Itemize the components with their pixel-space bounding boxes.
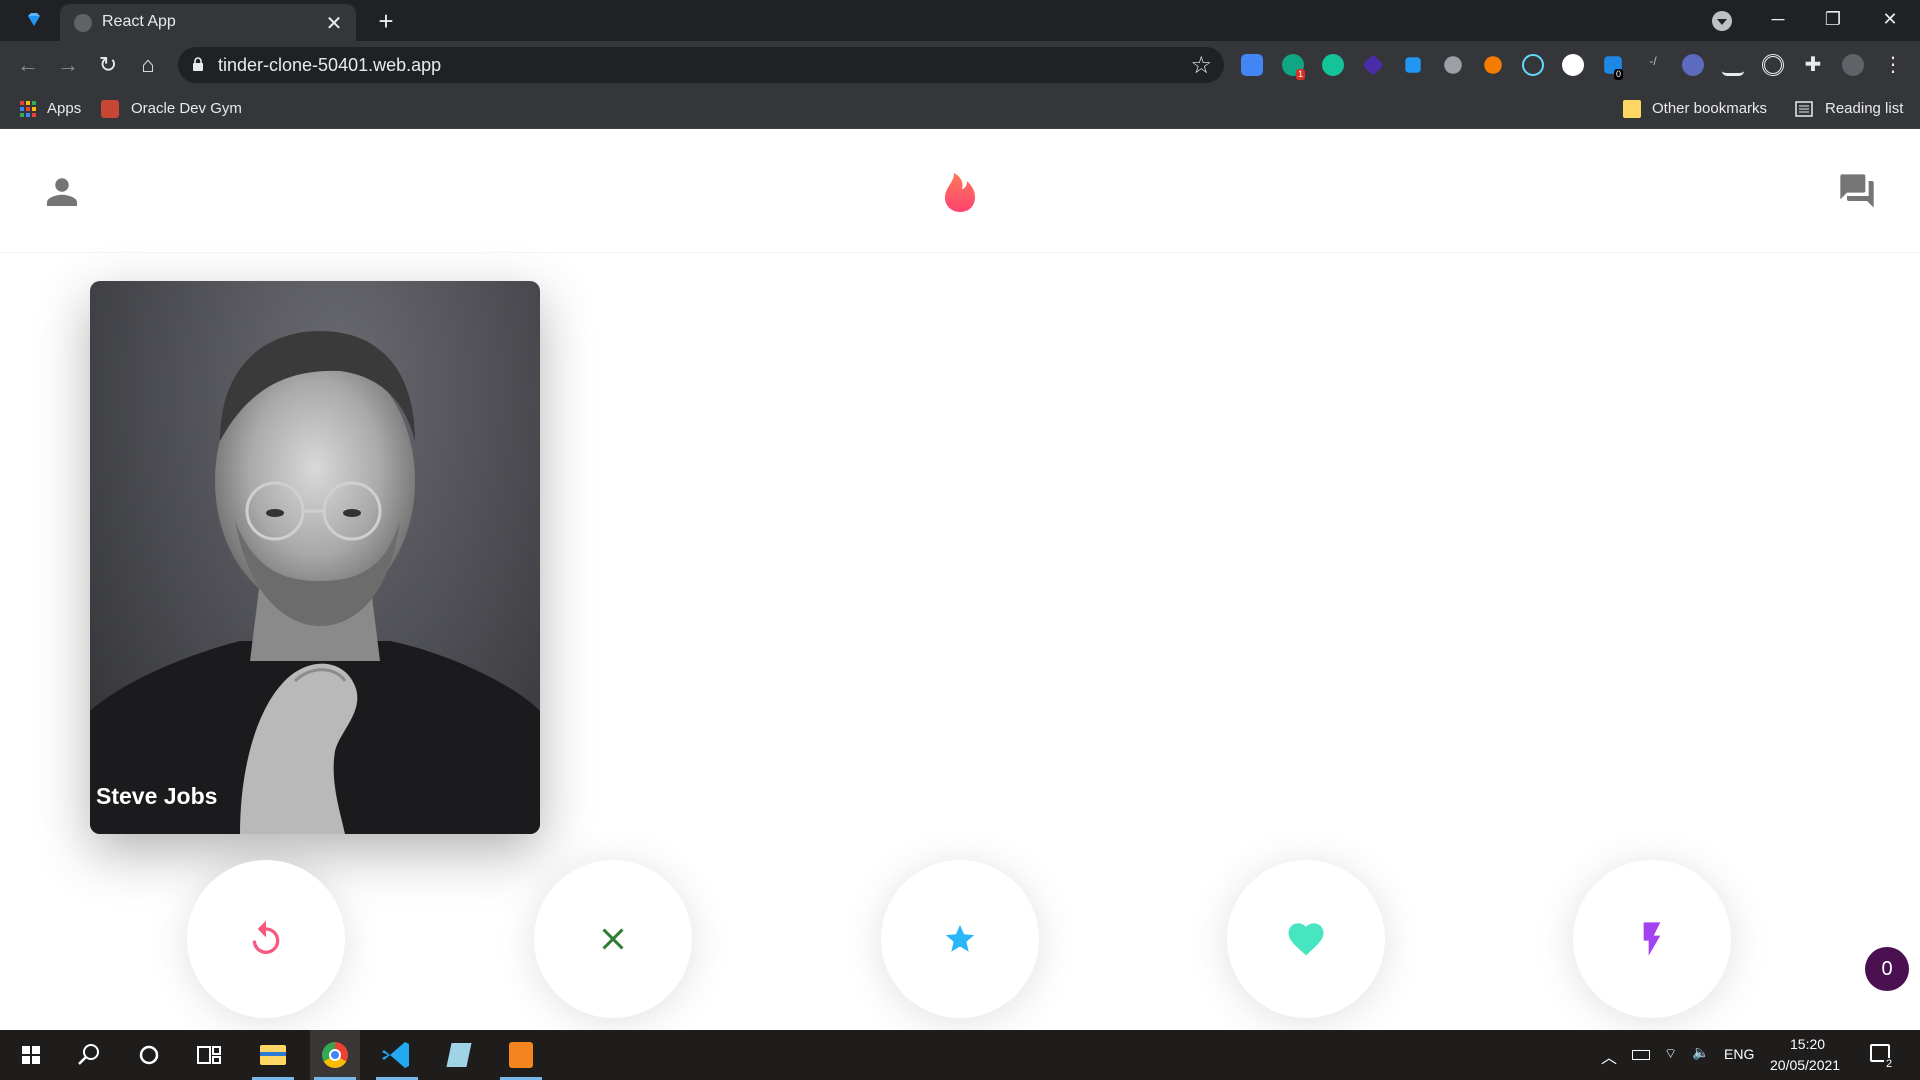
tinder-app: Steve Jobs 0 [0,129,1920,1030]
tab-search-icon[interactable] [1712,11,1732,31]
language-indicator[interactable]: ENG [1724,1046,1754,1062]
nope-button[interactable] [534,860,692,1018]
app-header [0,129,1920,253]
browser-toolbar: ← → ↻ ⌂ tinder-clone-50401.web.app ☆ 1 0… [0,41,1920,89]
close-window-button[interactable]: ✕ [1870,4,1910,34]
lock-icon [193,57,203,71]
menu-kebab-icon[interactable]: ⋮ [1882,54,1904,76]
url-text: tinder-clone-50401.web.app [218,55,442,75]
forum-icon[interactable] [1836,171,1878,211]
tinder-flame-icon[interactable] [940,169,980,213]
extension-icon-7[interactable] [1484,56,1502,74]
new-tab-button[interactable]: + [372,6,400,37]
clock-date[interactable]: 20/05/2021 [1770,1057,1840,1073]
extension-icon-4[interactable] [1362,54,1384,76]
diamond-icon[interactable] [24,10,44,30]
close-icon [602,928,624,950]
extension-icon-6[interactable] [1444,56,1462,74]
super-like-button[interactable] [881,860,1039,1018]
tab-close-icon[interactable]: ✕ [324,11,344,36]
cortana-icon[interactable] [124,1030,174,1080]
bookmark-star-icon[interactable]: ☆ [1190,51,1212,80]
heart-icon [1288,923,1324,956]
back-icon[interactable]: ← [14,51,42,79]
reload-icon[interactable]: ↻ [94,51,122,79]
extension-icon-12[interactable] [1682,54,1704,76]
wifi-icon[interactable]: ⌔ [1664,1045,1677,1063]
react-devtools-icon[interactable] [1522,54,1544,76]
notification-count: 2 [1884,1058,1895,1070]
extension-icon-9[interactable] [1562,54,1584,76]
tray-chevron-icon[interactable]: ︿ [1601,1044,1617,1068]
task-view-icon[interactable] [184,1030,234,1080]
like-button[interactable] [1227,860,1385,1018]
tab-title: React App [102,13,176,30]
notification-bubble[interactable]: 0 [1865,947,1909,991]
oracle-icon [101,100,119,118]
clock-time[interactable]: 15:20 [1790,1036,1825,1052]
reading-list-icon [1795,101,1813,117]
vscode-icon[interactable] [372,1030,422,1080]
bookmark-apps[interactable]: Apps [47,100,81,117]
extension-icon-14[interactable] [1762,54,1784,76]
tab-strip: React App ✕ + ─ ❐ ✕ [0,0,1920,41]
chrome-taskbar-icon[interactable] [310,1030,360,1080]
forward-icon[interactable]: → [54,51,82,79]
bookmark-oracle-dev-gym[interactable]: Oracle Dev Gym [131,100,242,117]
diamond-extension-icon[interactable] [1405,57,1421,73]
address-bar[interactable]: tinder-clone-50401.web.app ☆ [178,47,1224,83]
extension-badge: 1 [1296,69,1306,80]
folder-icon [1623,100,1641,118]
grammarly-extension-icon[interactable] [1322,54,1344,76]
notepad-icon[interactable] [434,1030,484,1080]
pdf-app-icon[interactable] [496,1030,546,1080]
minimize-button[interactable]: ─ [1758,4,1798,34]
replay-icon [252,920,280,954]
windows-start-icon[interactable] [6,1030,56,1080]
bookmark-other[interactable]: Other bookmarks [1652,100,1767,117]
reading-list[interactable]: Reading list [1825,100,1903,117]
extension-icon-11[interactable]: -/ [1642,54,1664,76]
boost-button[interactable] [1573,860,1731,1018]
tab-react-app[interactable]: React App ✕ [60,4,356,41]
profile-card[interactable]: Steve Jobs [90,281,540,834]
star-icon [945,924,975,952]
translate-extension-icon[interactable] [1241,54,1263,76]
search-icon[interactable] [64,1030,114,1080]
home-icon[interactable]: ⌂ [134,51,162,79]
flash-icon [1643,922,1661,956]
profile-photo [90,331,540,834]
battery-icon[interactable] [1632,1050,1650,1060]
windows-taskbar: ︿ ⌔ 🔈 ENG 15:20 20/05/2021 2 [0,1030,1920,1080]
file-explorer-icon[interactable] [248,1030,298,1080]
globe-icon [74,14,92,32]
profile-avatar[interactable] [1842,54,1864,76]
apps-grid-icon[interactable] [19,100,37,118]
bookmarks-bar: Apps Oracle Dev Gym Other bookmarks Read… [0,89,1920,129]
person-icon[interactable] [44,173,80,209]
extension-icon-13[interactable] [1722,54,1744,76]
replay-button[interactable] [187,860,345,1018]
extension-badge: 0 [1614,69,1624,80]
profile-name: Steve Jobs [96,783,218,809]
volume-icon[interactable]: 🔈 [1692,1044,1709,1061]
extensions-puzzle-icon[interactable]: ✚ [1802,54,1824,76]
restore-button[interactable]: ❐ [1813,4,1853,34]
